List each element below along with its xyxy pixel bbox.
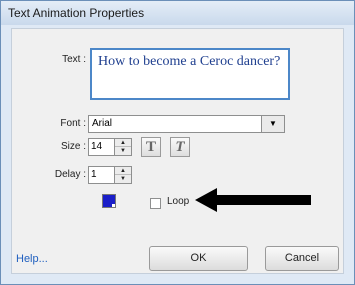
- loop-label[interactable]: Loop: [167, 196, 189, 207]
- spin-down-icon[interactable]: ▼: [115, 147, 131, 155]
- delay-value: 1: [91, 169, 97, 180]
- text-input[interactable]: How to become a Ceroc dancer?: [90, 48, 290, 100]
- ok-button[interactable]: OK: [149, 246, 248, 271]
- font-select[interactable]: Arial ▼: [88, 115, 285, 133]
- chevron-down-icon[interactable]: ▼: [261, 116, 284, 132]
- italic-button[interactable]: T: [170, 137, 190, 157]
- swatch-marker: [112, 204, 115, 207]
- delay-label: Delay :: [54, 169, 86, 180]
- dialog-body: Text : How to become a Ceroc dancer? Fon…: [11, 28, 344, 274]
- dialog-title: Text Animation Properties: [1, 1, 354, 25]
- font-select-value: Arial: [92, 118, 113, 129]
- spin-down-icon[interactable]: ▼: [115, 175, 131, 183]
- text-color-swatch[interactable]: [102, 194, 116, 208]
- delay-stepper[interactable]: 1 ▲ ▼: [88, 166, 132, 184]
- size-stepper-buttons: ▲ ▼: [114, 139, 131, 155]
- delay-stepper-buttons: ▲ ▼: [114, 167, 131, 183]
- cancel-button[interactable]: Cancel: [265, 246, 339, 271]
- arrow-left-icon: [195, 188, 311, 212]
- help-link[interactable]: Help...: [16, 253, 48, 265]
- spin-up-icon[interactable]: ▲: [115, 139, 131, 147]
- bold-button[interactable]: T: [141, 137, 161, 157]
- text-label: Text :: [62, 54, 86, 65]
- size-value: 14: [91, 141, 103, 152]
- loop-checkbox[interactable]: [150, 198, 161, 209]
- font-label: Font :: [60, 118, 86, 129]
- text-animation-properties-dialog: Text Animation Properties Text : How to …: [0, 0, 355, 285]
- size-stepper[interactable]: 14 ▲ ▼: [88, 138, 132, 156]
- size-label: Size :: [60, 141, 86, 152]
- spin-up-icon[interactable]: ▲: [115, 167, 131, 175]
